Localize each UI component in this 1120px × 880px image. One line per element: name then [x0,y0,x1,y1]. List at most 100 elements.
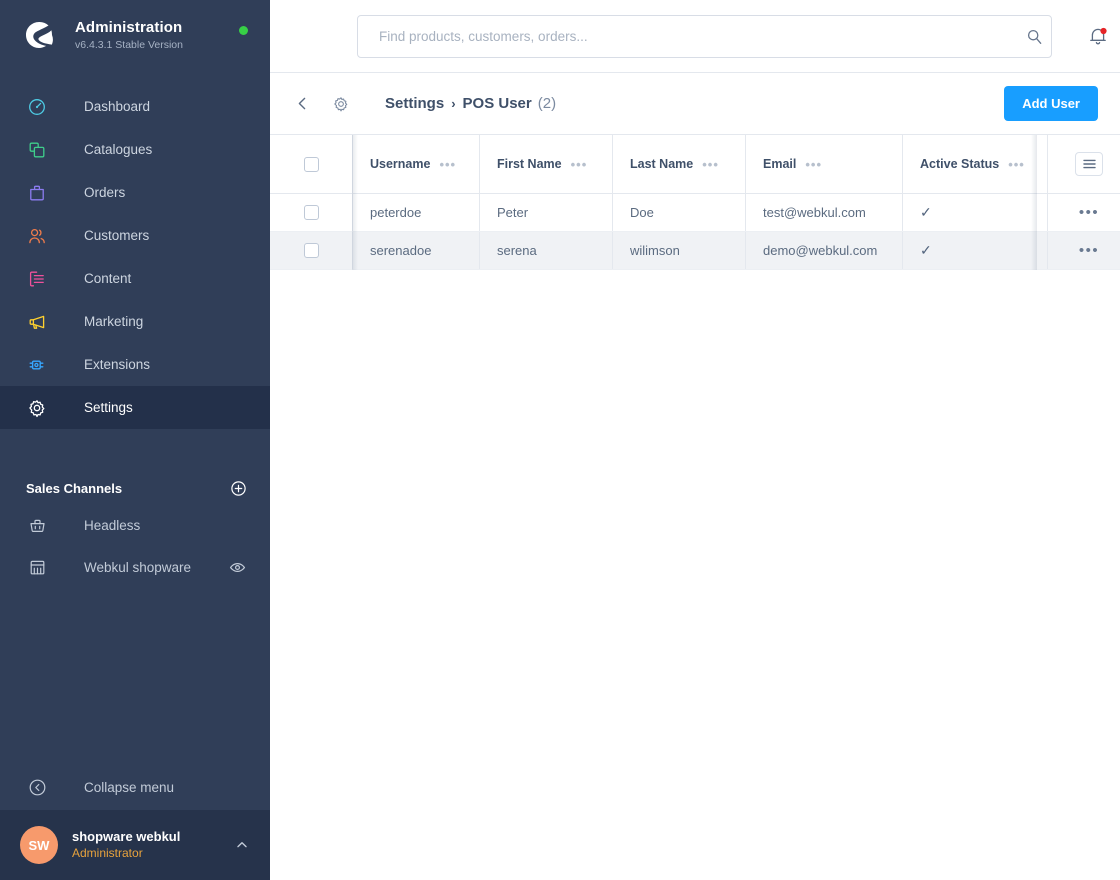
sidebar-item-label: Extensions [84,357,151,372]
column-menu-icon[interactable]: ••• [1008,158,1025,171]
storefront-icon [26,556,48,578]
catalogues-icon [26,139,48,161]
topbar [270,0,1120,73]
breadcrumb-parent[interactable]: Settings [385,95,444,112]
grid-settings-cell[interactable] [1047,135,1120,193]
brand-text: Administration v6.4.3.1 Stable Version [75,19,183,50]
breadcrumb-separator: › [451,96,456,111]
eye-icon[interactable] [228,558,246,576]
cell-email: demo@webkul.com [745,232,902,269]
settings-gear-icon[interactable] [328,91,354,117]
cell-last-name: wilimson [612,232,745,269]
column-label: Last Name [630,157,694,171]
plus-circle-icon[interactable] [228,478,248,498]
basket-icon [26,514,48,536]
profile-name: shopware webkul [72,828,181,844]
cell-username: serenadoe [352,232,479,269]
sidebar-item-label: Catalogues [84,142,153,157]
context-menu-icon[interactable]: ••• [1079,205,1099,220]
table-row[interactable]: serenadoe serena wilimson demo@webkul.co… [270,232,1120,270]
column-header-email[interactable]: Email ••• [745,135,902,193]
cell-active-status: ✓ [902,232,1047,269]
breadcrumb: Settings › POS User (2) [385,95,556,112]
add-user-button[interactable]: Add User [1004,86,1098,121]
row-checkbox[interactable] [303,205,319,220]
settings-gear-icon [26,397,48,419]
row-checkbox[interactable] [303,243,319,258]
row-actions-cell[interactable]: ••• [1047,194,1120,231]
orders-icon [26,182,48,204]
sales-channel-label: Webkul shopware [84,559,192,575]
collapse-menu-button[interactable]: Collapse menu [0,764,270,810]
collapse-menu-label: Collapse menu [84,779,175,795]
column-menu-icon[interactable]: ••• [702,158,719,171]
row-select-cell[interactable] [270,194,352,231]
column-label: First Name [497,157,562,171]
cell-username: peterdoe [352,194,479,231]
customers-icon [26,225,48,247]
select-all-checkbox[interactable] [303,156,319,172]
context-menu-icon[interactable]: ••• [1079,243,1099,258]
main-area: Settings › POS User (2) Add User Usernam… [270,0,1120,880]
sales-channel-label: Headless [84,517,141,533]
brand-title: Administration [75,19,183,37]
shopware-logo-icon [20,16,58,54]
search-icon[interactable] [1017,28,1051,45]
extensions-icon [26,354,48,376]
sidebar-item-catalogues[interactable]: Catalogues [0,128,270,171]
sales-channel-webkul-shopware[interactable]: Webkul shopware [0,546,270,588]
column-label: Username [370,157,431,171]
column-header-username[interactable]: Username ••• [352,135,479,193]
sidebar-item-label: Dashboard [84,99,151,114]
column-menu-icon[interactable]: ••• [439,158,456,171]
marketing-icon [26,311,48,333]
cell-first-name: Peter [479,194,612,231]
sidebar-item-orders[interactable]: Orders [0,171,270,214]
row-select-cell[interactable] [270,232,352,269]
data-grid: Username ••• First Name ••• Last Name ••… [270,135,1120,270]
sidebar-item-label: Marketing [84,314,144,329]
collapse-left-icon [26,776,48,798]
chevron-left-icon[interactable] [289,91,315,117]
sales-channels-header: Sales Channels [0,472,270,504]
table-row[interactable]: peterdoe Peter Doe test@webkul.com ✓ ••• [270,194,1120,232]
profile-role: Administrator [72,846,143,861]
chevron-up-icon[interactable] [234,837,250,853]
profile-text: shopware webkul Administrator [72,829,180,861]
sidebar-item-label: Customers [84,228,150,243]
sidebar: Administration v6.4.3.1 Stable Version D… [0,0,270,880]
sidebar-item-customers[interactable]: Customers [0,214,270,257]
list-settings-icon[interactable] [1075,152,1103,176]
column-label: Email [763,157,797,171]
user-profile[interactable]: SW shopware webkul Administrator [0,810,270,880]
dashboard-icon [26,96,48,118]
update-status-dot [239,26,248,35]
row-actions-cell[interactable]: ••• [1047,232,1120,269]
main-navigation: Dashboard Catalogues Orders Customers Co… [0,85,270,429]
sidebar-item-settings[interactable]: Settings [0,386,270,429]
data-grid-area: Username ••• First Name ••• Last Name ••… [270,135,1120,880]
sidebar-item-marketing[interactable]: Marketing [0,300,270,343]
sidebar-item-content[interactable]: Content [0,257,270,300]
admin-app: Administration v6.4.3.1 Stable Version D… [0,0,1120,880]
sidebar-item-label: Orders [84,185,126,200]
avatar: SW [20,826,58,864]
global-search[interactable] [357,15,1052,58]
column-header-first-name[interactable]: First Name ••• [479,135,612,193]
column-menu-icon[interactable]: ••• [805,158,822,171]
search-input[interactable] [358,29,1017,44]
column-header-active-status[interactable]: Active Status ••• [902,135,1047,193]
sidebar-item-extensions[interactable]: Extensions [0,343,270,386]
cell-email: test@webkul.com [745,194,902,231]
sales-channels-title: Sales Channels [26,480,123,496]
sales-channel-headless[interactable]: Headless [0,504,270,546]
column-menu-icon[interactable]: ••• [571,158,588,171]
cell-first-name: serena [479,232,612,269]
page-title: POS User [462,95,532,112]
bell-icon[interactable] [1082,20,1114,52]
brand-version: v6.4.3.1 Stable Version [75,38,183,51]
select-all-cell[interactable] [270,135,352,193]
column-header-last-name[interactable]: Last Name ••• [612,135,745,193]
cell-active-status: ✓ [902,194,1047,231]
sidebar-item-dashboard[interactable]: Dashboard [0,85,270,128]
